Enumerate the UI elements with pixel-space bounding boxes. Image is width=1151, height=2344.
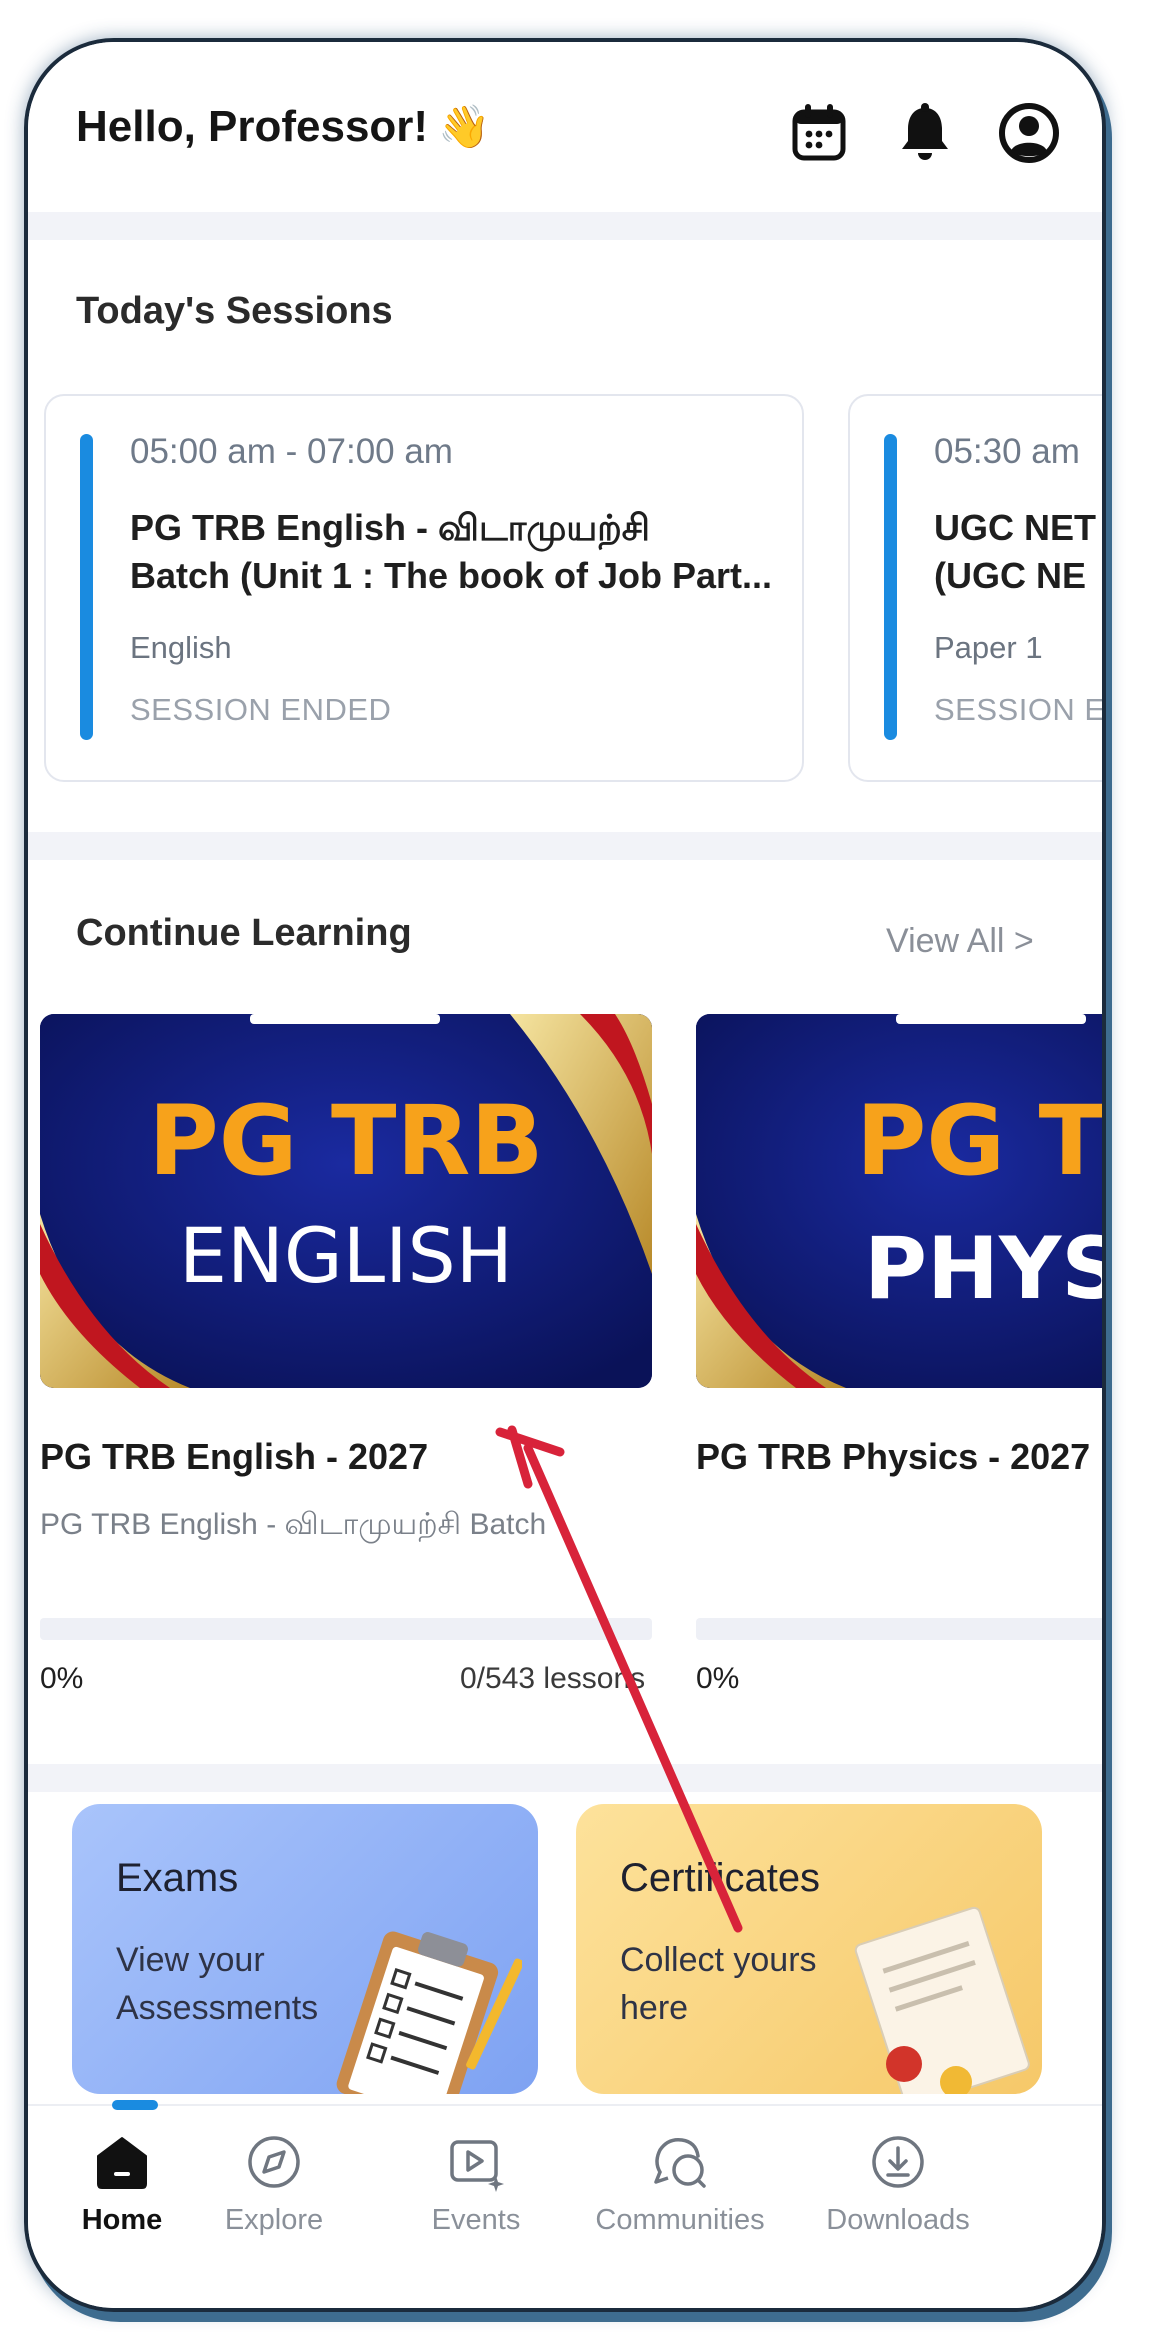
session-accent-bar	[80, 434, 93, 740]
certificates-subtitle: Collect yours here	[620, 1941, 817, 2027]
bell-icon[interactable]	[890, 98, 960, 168]
certificates-tile[interactable]: Certificates Collect yours here	[576, 1804, 1042, 2094]
exams-title: Exams	[116, 1856, 239, 1900]
nav-label: Communities	[595, 2204, 765, 2236]
nav-label: Downloads	[826, 2204, 970, 2236]
session-card[interactable]: 05:00 am - 07:00 am PG TRB English - விட…	[44, 394, 804, 782]
exams-subtitle: View your Assessments	[116, 1941, 319, 2027]
session-subject: Paper 1	[934, 630, 1043, 665]
session-status: SESSION E	[934, 692, 1102, 727]
exams-tile[interactable]: Exams View your Assessments	[72, 1804, 538, 2094]
nav-communities[interactable]: Communities	[590, 2132, 770, 2282]
view-all-link[interactable]: View All >	[886, 922, 1034, 961]
course-title[interactable]: PG TRB English - 2027	[40, 1436, 428, 1478]
session-title-line: PG TRB English - விடாமுயற்சி	[130, 507, 650, 548]
session-title-line: UGC NET	[934, 507, 1096, 548]
session-accent-bar	[884, 434, 897, 740]
active-tab-indicator	[112, 2100, 158, 2110]
phone-frame: Hello, Professor! 👋 Today's Sessions 05:0…	[24, 38, 1106, 2312]
thumb-subtitle: PHYSIC	[864, 1219, 1102, 1319]
progress-track	[40, 1618, 652, 1640]
profile-icon[interactable]	[994, 98, 1064, 168]
communities-icon	[654, 2137, 706, 2188]
continue-learning-heading: Continue Learning	[76, 912, 412, 954]
session-status: SESSION ENDED	[130, 692, 392, 727]
lesson-count: 0/543 lessons	[460, 1662, 646, 1695]
certificate-illustration	[854, 1906, 1030, 2094]
download-icon	[872, 2136, 924, 2188]
thumb-title: PG TR	[856, 1085, 1102, 1197]
session-title-line: Batch (Unit 1 : The book of Job Part...	[130, 555, 773, 596]
course-subtitle: PG TRB English - விடாமுயற்சி Batch	[40, 1508, 547, 1541]
greeting-text: Hello, Professor!	[76, 102, 429, 151]
wave-emoji: 👋	[438, 103, 491, 150]
course-thumbnail[interactable]: PG TR PHYSIC	[696, 1014, 1102, 1388]
session-subject: English	[130, 630, 232, 665]
progress-percent: 0%	[696, 1662, 740, 1695]
course-title[interactable]: PG TRB Physics - 2027	[696, 1436, 1090, 1478]
bottom-nav: Home Explore Events Communities Download…	[28, 2100, 1102, 2308]
certificates-title: Certificates	[620, 1856, 821, 1900]
session-title: PG TRB English - விடாமுயற்சி Batch (Unit…	[130, 504, 802, 600]
session-time: 05:30 am	[934, 432, 1080, 471]
section-divider	[28, 1764, 1102, 1792]
nav-events[interactable]: Events	[386, 2132, 566, 2282]
compass-icon	[248, 2136, 300, 2188]
section-divider	[28, 832, 1102, 860]
course-thumbnail[interactable]: PG TRB ENGLISH	[40, 1014, 652, 1388]
progress-percent: 0%	[40, 1662, 84, 1695]
session-title: UGC NET (UGC NE	[934, 504, 1102, 600]
section-divider	[28, 212, 1102, 240]
session-title-line: (UGC NE	[934, 555, 1086, 596]
greeting-title: Hello, Professor! 👋	[76, 102, 490, 152]
nav-label: Explore	[224, 2204, 324, 2236]
events-icon	[450, 2140, 504, 2192]
nav-label: Events	[431, 2204, 521, 2236]
session-card[interactable]: 05:30 am UGC NET (UGC NE Paper 1 SESSION…	[848, 394, 1102, 782]
home-icon	[97, 2137, 147, 2189]
top-bar: Hello, Professor! 👋	[28, 42, 1102, 210]
thumb-title: PG TRB	[148, 1085, 543, 1197]
session-time: 05:00 am - 07:00 am	[130, 432, 453, 471]
thumb-subtitle: ENGLISH	[179, 1211, 513, 1300]
nav-explore[interactable]: Explore	[184, 2132, 364, 2282]
nav-downloads[interactable]: Downloads	[798, 2132, 998, 2282]
calendar-icon[interactable]	[784, 98, 854, 168]
progress-track	[696, 1618, 1102, 1640]
clipboard-illustration	[336, 1931, 522, 2094]
sessions-heading: Today's Sessions	[76, 290, 393, 332]
app-screen: Hello, Professor! 👋 Today's Sessions 05:0…	[28, 42, 1102, 2308]
